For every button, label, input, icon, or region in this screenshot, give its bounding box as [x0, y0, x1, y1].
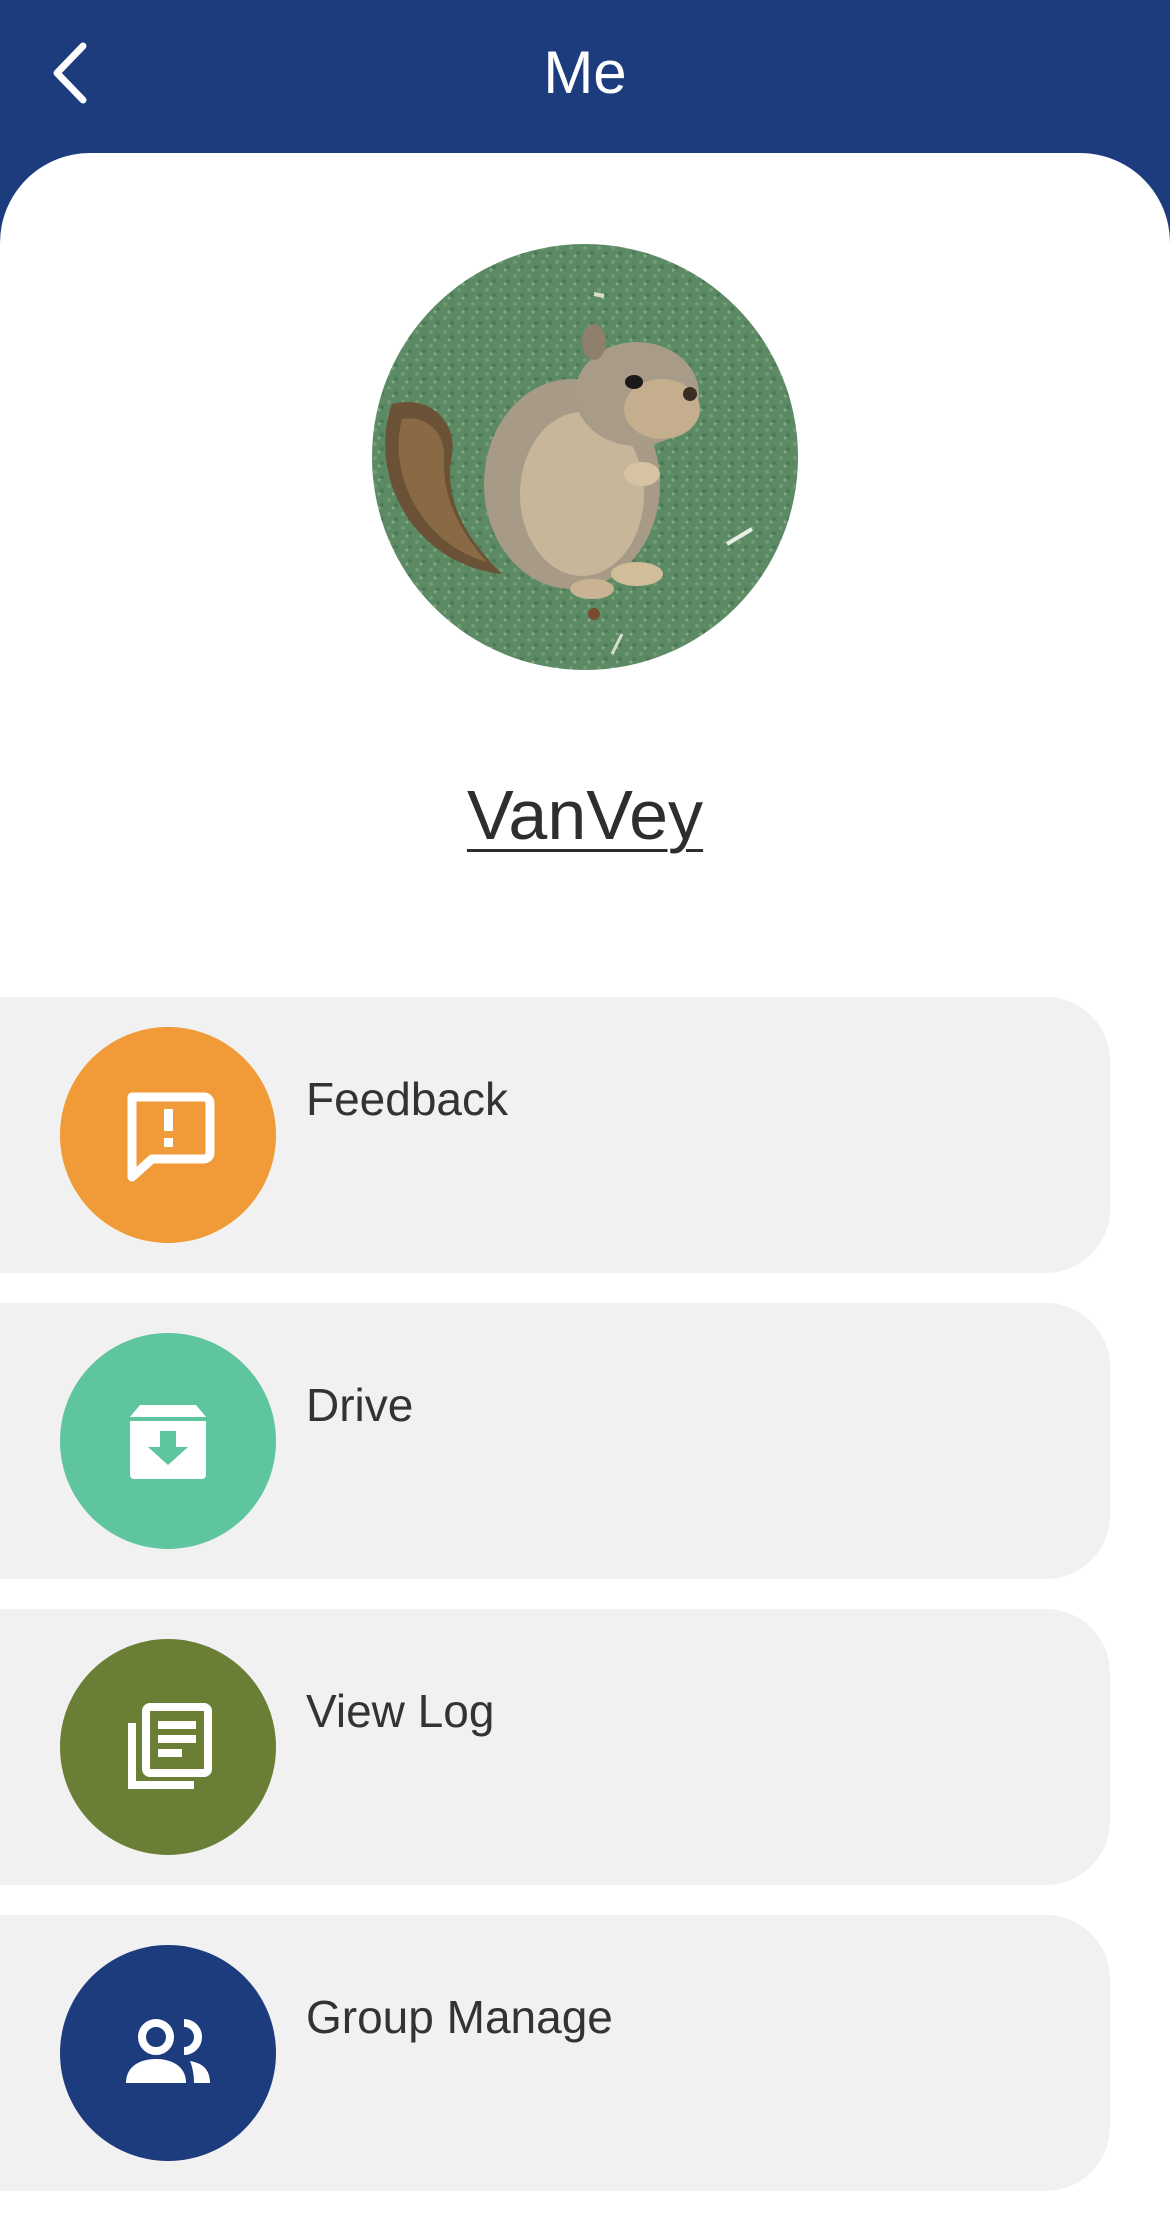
menu-item-drive[interactable]: Drive	[0, 1303, 1110, 1579]
page-title: Me	[543, 39, 627, 106]
username-link[interactable]: VanVey	[467, 776, 703, 854]
menu-label-drive: Drive	[306, 1379, 414, 1431]
menu-item-group-manage[interactable]: Group Manage	[0, 1915, 1110, 2191]
feedback-icon-circle	[60, 1027, 276, 1243]
log-icon	[128, 1703, 212, 1789]
menu-label-group-manage: Group Manage	[306, 1991, 613, 2043]
username: VanVey	[0, 770, 1170, 860]
menu-label-view-log: View Log	[306, 1685, 495, 1737]
log-icon-circle	[60, 1639, 276, 1855]
feedback-icon	[127, 1092, 215, 1182]
group-icon-circle	[60, 1945, 276, 2161]
group-icon	[126, 2019, 210, 2083]
menu-item-feedback[interactable]: Feedback	[0, 997, 1110, 1273]
squirrel-photo	[372, 244, 798, 670]
archive-icon-circle	[60, 1333, 276, 1549]
menu-item-view-log[interactable]: View Log	[0, 1609, 1110, 1885]
avatar[interactable]	[372, 244, 798, 670]
archive-icon	[130, 1405, 206, 1479]
menu-label-feedback: Feedback	[306, 1073, 509, 1125]
